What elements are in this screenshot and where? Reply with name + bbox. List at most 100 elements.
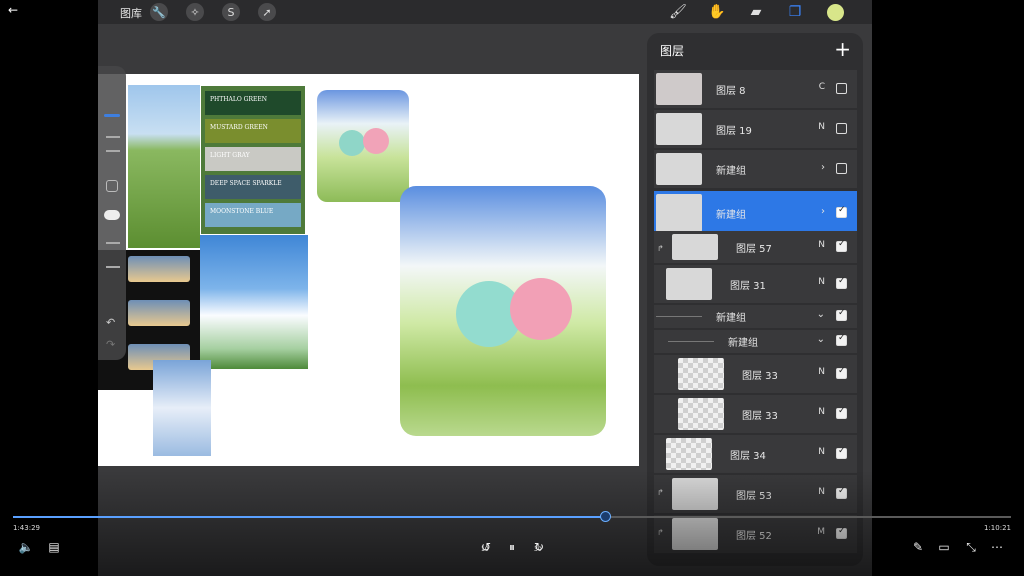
pen-icon[interactable]: ✎ [909, 539, 927, 555]
selection-icon[interactable]: S [222, 3, 240, 21]
sky-thumbnail [128, 256, 190, 282]
player-gradient [0, 470, 1024, 576]
swatch-label: MUSTARD GREEN [210, 124, 268, 131]
group-collapse-icon[interactable]: ⌄ [817, 334, 825, 345]
slider-tick [106, 136, 120, 138]
back-arrow-icon[interactable]: ← [8, 3, 18, 17]
slider-tick [106, 150, 120, 152]
swatch-label: DEEP SPACE SPARKLE [210, 180, 282, 187]
size-slider-handle[interactable] [104, 114, 120, 117]
visibility-checkbox[interactable] [836, 446, 847, 459]
blend-mode-label[interactable]: N [818, 407, 825, 417]
add-layer-icon[interactable]: + [834, 37, 851, 61]
layer-row[interactable]: 新建组 ⌄ [654, 305, 857, 328]
pause-icon[interactable]: ⏸ [503, 539, 521, 555]
blend-mode-label[interactable]: C [819, 82, 825, 92]
blend-mode-label[interactable]: N [818, 447, 825, 457]
visibility-checkbox[interactable] [836, 205, 847, 218]
layer-row[interactable]: 图层 31 N [654, 265, 857, 303]
layer-name: 图层 33 [742, 371, 778, 382]
layer-thumbnail [666, 268, 712, 300]
subtitles-icon[interactable]: ▤ [45, 539, 63, 555]
visibility-checkbox[interactable] [836, 333, 847, 346]
palette-swatch: MOONSTONE BLUE [205, 203, 301, 227]
layer-thumbnail [666, 438, 712, 470]
opacity-slider-handle[interactable] [104, 210, 120, 220]
color-palette-reference: PHTHALO GREEN MUSTARD GREEN LIGHT GRAY DEEP… [201, 86, 305, 234]
reference-cloud-sketch [153, 360, 211, 456]
redo-icon[interactable]: ↷ [106, 338, 115, 351]
visibility-checkbox[interactable] [836, 163, 847, 174]
eyedropper-square-button[interactable] [106, 180, 118, 192]
blend-mode-label[interactable]: N [818, 277, 825, 287]
layer-row[interactable]: ↱ 图层 57 N [654, 231, 857, 263]
total-time: 1:10:21 [984, 524, 1011, 532]
layer-name: 新建组 [716, 166, 746, 177]
blend-mode-label[interactable]: N [818, 122, 825, 132]
illustration-thumbnail [317, 90, 409, 202]
group-expand-icon[interactable]: › [821, 162, 825, 173]
layer-row[interactable]: 图层 19 N [654, 110, 857, 148]
blend-mode-label[interactable]: N [818, 240, 825, 250]
layer-thumbnail [656, 73, 702, 105]
gallery-button[interactable]: 图库 [120, 5, 142, 21]
progress-bar[interactable] [13, 511, 1011, 522]
visibility-checkbox[interactable] [836, 366, 847, 379]
group-expand-icon[interactable]: › [821, 206, 825, 217]
visibility-checkbox[interactable] [836, 123, 847, 134]
brush-size-opacity-sidebar[interactable]: ↶ ↷ [98, 66, 126, 360]
more-icon[interactable]: ⋯ [988, 539, 1006, 555]
progress-handle[interactable] [599, 511, 611, 522]
layer-name: 图层 33 [742, 411, 778, 422]
layer-name: 图层 34 [730, 451, 766, 462]
visibility-checkbox[interactable] [836, 308, 847, 321]
reference-hill-photo [128, 85, 200, 248]
palette-swatch: PHTHALO GREEN [205, 91, 301, 115]
layer-name: 图层 31 [730, 281, 766, 292]
slider-tick [106, 242, 120, 244]
magic-wand-icon[interactable]: ✧ [186, 3, 204, 21]
layer-row[interactable]: 图层 34 N [654, 435, 857, 473]
visibility-checkbox[interactable] [836, 406, 847, 419]
swatch-label: MOONSTONE BLUE [210, 208, 274, 215]
layer-name: 图层 19 [716, 126, 752, 137]
volume-icon[interactable]: 🔈 [17, 539, 35, 555]
brush-icon[interactable]: 🖌 [668, 3, 688, 21]
smudge-icon[interactable]: ✋ [707, 3, 727, 21]
blend-mode-label[interactable]: N [818, 367, 825, 377]
layer-row[interactable]: 新建组 › [654, 191, 857, 235]
transform-arrow-icon[interactable]: ➚ [258, 3, 276, 21]
layer-row[interactable]: 图层 33 N [654, 395, 857, 433]
layer-row[interactable]: 图层 33 N [654, 355, 857, 393]
palette-swatch: MUSTARD GREEN [205, 119, 301, 143]
layer-name: 新建组 [716, 210, 746, 221]
wrench-icon[interactable]: 🔧 [150, 3, 168, 21]
group-line [656, 316, 702, 317]
slider-tick [106, 266, 120, 268]
character-teal [339, 130, 365, 156]
character-pink [363, 128, 389, 154]
visibility-checkbox[interactable] [836, 83, 847, 94]
layer-row[interactable]: 新建组 ⌄ [654, 330, 857, 353]
swatch-label: LIGHT GRAY [210, 152, 250, 159]
palette-swatch: DEEP SPACE SPARKLE [205, 175, 301, 199]
reference-cloud-photo [200, 235, 308, 369]
top-toolbar: 图库 🔧 ✧ S ➚ 🖌 ✋ ▰ ❐ [98, 0, 872, 24]
palette-swatch: LIGHT GRAY [205, 147, 301, 171]
layer-name: 新建组 [728, 338, 758, 349]
color-picker-swatch[interactable] [827, 4, 844, 21]
collapse-icon[interactable]: ⤡ [962, 539, 980, 555]
swatch-label: PHTHALO GREEN [210, 96, 267, 103]
layers-icon[interactable]: ❐ [785, 3, 805, 21]
eraser-icon[interactable]: ▰ [746, 3, 766, 21]
layer-thumbnail [678, 358, 724, 390]
layer-thumbnail [672, 234, 718, 260]
layer-row[interactable]: 图层 8 C [654, 70, 857, 108]
character-pink [510, 278, 572, 340]
miniplayer-icon[interactable]: ▭ [935, 539, 953, 555]
layer-row[interactable]: 新建组 › [654, 150, 857, 188]
undo-icon[interactable]: ↶ [106, 316, 115, 329]
visibility-checkbox[interactable] [836, 276, 847, 289]
visibility-checkbox[interactable] [836, 239, 847, 252]
group-collapse-icon[interactable]: ⌄ [817, 309, 825, 320]
